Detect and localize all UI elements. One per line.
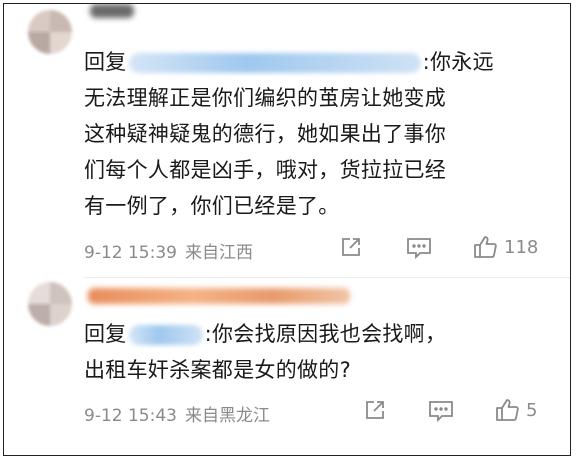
comment-line: 们每个人都是凶手，哦对，货拉拉已经 [84,158,447,182]
reply-prefix: 回复 [84,322,127,346]
comment-meta: 9-12 15:39 来自江西 [84,238,253,263]
comment-date: 9-12 15:43 [84,406,177,426]
comment-line-text: :你会找原因我也会找啊， [204,322,447,346]
comment-line: 出租车奸杀案都是女的做的? [84,358,352,382]
comment-line: 回复 :你会找原因我也会找啊， [84,316,446,352]
comment-icon [407,238,431,259]
avatar[interactable] [28,10,72,54]
comment-line: 无法理解正是你们编织的茧房让她变成 [84,86,447,110]
comment-icon [429,401,453,422]
comment-text: 回复 :你永远 无法理解正是你们编织的茧房让她变成 这种疑神疑鬼的德行，她如果出了… [84,44,494,224]
reply-prefix: 回复 [84,50,127,74]
like-count: 118 [504,236,539,258]
screenshot-frame: 回复 :你永远 无法理解正是你们编织的茧房让她变成 这种疑神疑鬼的德行，她如果出了… [3,3,571,456]
username-blurred[interactable] [90,4,134,18]
thumbs-up-icon [474,236,497,258]
like-count: 5 [526,399,538,421]
username-blurred[interactable] [88,288,350,304]
comment-line-text: :你永远 [422,50,494,74]
share-button[interactable] [364,399,386,421]
like-button[interactable]: 5 [494,397,537,423]
comment-line: 有一例了，你们已经是了。 [84,194,340,218]
comment-button[interactable] [428,400,454,422]
comment-location: 来自江西 [184,243,253,263]
comment-location: 来自黑龙江 [184,406,270,426]
avatar[interactable] [28,282,72,326]
share-icon [366,401,384,419]
comment-date: 9-12 15:39 [84,243,177,263]
comment-meta: 9-12 15:43 来自黑龙江 [84,401,270,426]
comment-button[interactable] [406,237,432,259]
comment-line: 回复 :你永远 [84,44,494,80]
mention-link-blurred[interactable] [128,325,203,345]
share-button[interactable] [340,236,362,258]
comment-line: 这种疑神疑鬼的德行，她如果出了事你 [84,122,447,146]
thumbs-up-icon [496,399,519,421]
share-icon [342,238,360,256]
like-button[interactable]: 118 [472,234,538,260]
mention-link-blurred[interactable] [128,53,421,73]
comment-text: 回复 :你会找原因我也会找啊， 出租车奸杀案都是女的做的? [84,316,446,388]
comment-divider [84,277,570,278]
